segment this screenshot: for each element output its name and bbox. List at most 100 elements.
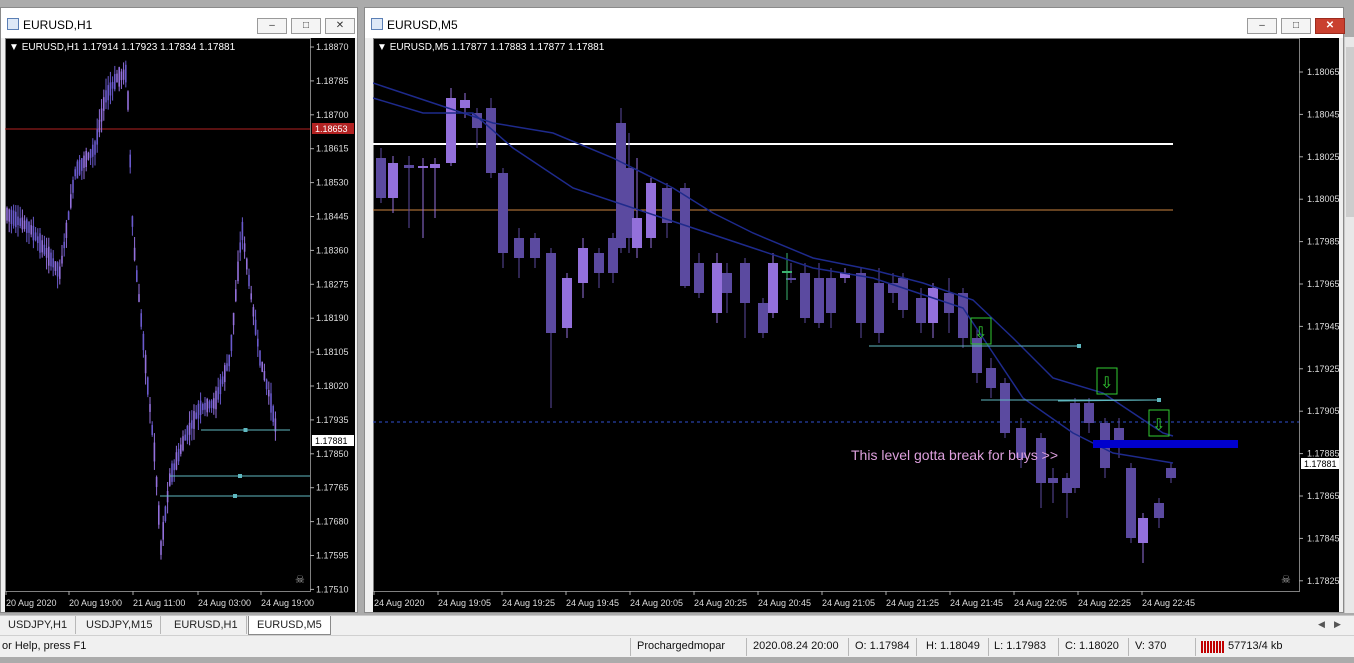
candle-body: [237, 261, 239, 282]
candle-body: [78, 159, 81, 175]
profile-name[interactable]: Prochargedmopar: [637, 640, 725, 652]
chart-area-m5[interactable]: 1.18065 1.18045 1.18025 1.18005 1.17985 1.179…: [373, 38, 1339, 612]
divider: [916, 638, 917, 656]
candle-body: [63, 241, 65, 249]
time-label: 24 Aug 20:45: [758, 598, 811, 608]
close-button[interactable]: ✕: [1315, 18, 1345, 34]
minimize-button[interactable]: –: [1247, 18, 1277, 34]
candle-body: [83, 155, 85, 168]
line-handle: [238, 474, 242, 478]
close-button[interactable]: ✕: [325, 18, 355, 34]
candle-body: [21, 217, 24, 230]
price-label: 1.18065: [1307, 67, 1339, 77]
candle-body: [261, 361, 263, 372]
maximize-button[interactable]: □: [1281, 18, 1311, 34]
chart-canvas[interactable]: 1.18870 1.18785 1.18700 1.18615 1.18530 1.184…: [5, 38, 355, 612]
price-label: 1.17595: [316, 551, 349, 561]
price-label: 1.17850: [316, 449, 349, 459]
tab-eurusd-h1[interactable]: EURUSD,H1: [166, 616, 247, 634]
candle-body: [6, 207, 8, 221]
candle-body: [486, 108, 496, 173]
minimize-button[interactable]: –: [257, 18, 287, 34]
right-scrollbar[interactable]: [1344, 37, 1354, 613]
price-label: 1.18870: [316, 42, 349, 52]
price-label: 1.18045: [1307, 109, 1339, 119]
price-label: 1.18275: [316, 279, 349, 289]
divider: [988, 638, 989, 656]
title-bar[interactable]: EURUSD,M5 – □ ✕: [365, 8, 1345, 38]
candle-body: [94, 141, 96, 155]
ohlc-info-text: EURUSD,H1 1.17914 1.17923 1.17834 1.1788…: [21, 42, 236, 53]
candle-body: [96, 129, 98, 145]
candle-body: [814, 278, 824, 323]
tabs-scroll-left-icon[interactable]: ◀: [1318, 619, 1325, 630]
connection-bars-icon[interactable]: [1201, 641, 1225, 653]
maximize-button[interactable]: □: [291, 18, 321, 34]
price-label: 1.18020: [316, 381, 349, 391]
time-label: 24 Aug 20:25: [694, 598, 747, 608]
candle-body: [270, 393, 272, 413]
candle-body: [19, 218, 21, 226]
candle-body: [144, 354, 147, 374]
candle-body: [166, 491, 169, 503]
candle-body: [162, 522, 164, 540]
time-label: 24 Aug 21:05: [822, 598, 875, 608]
chart-annotation: This level gotta break for buys >>: [851, 447, 1058, 463]
candle-body: [107, 85, 109, 101]
candle-body: [228, 354, 230, 367]
candle-body: [120, 71, 123, 81]
candle-body: [1048, 478, 1058, 483]
candle-body: [215, 390, 217, 410]
candle-body: [52, 258, 54, 268]
price-label: 1.17845: [1307, 533, 1339, 543]
candle-body: [100, 108, 103, 122]
candle-body: [204, 402, 206, 410]
candle-body: [460, 100, 470, 108]
candle-body: [103, 97, 105, 111]
chart-ohlc-info: ▼ EURUSD,M5 1.17877 1.17883 1.17877 1.17…: [377, 42, 605, 53]
candle-body: [272, 406, 274, 422]
candle-body: [210, 400, 213, 408]
candle-body: [632, 218, 642, 248]
status-open: O: 1.17984: [855, 640, 910, 652]
chart-canvas[interactable]: 1.18065 1.18045 1.18025 1.18005 1.17985 1.179…: [373, 38, 1339, 612]
candle-body: [546, 253, 556, 333]
candle-body: [175, 452, 178, 470]
price-label: 1.18005: [1307, 194, 1339, 204]
candle-body: [232, 312, 235, 326]
current-price-label: 1.17881: [1304, 459, 1337, 469]
price-label: 1.17945: [1307, 321, 1339, 331]
line-handle: [233, 494, 237, 498]
candle-body: [74, 169, 76, 177]
price-label: 1.17510: [316, 584, 349, 594]
candle-body: [153, 442, 156, 462]
price-label: 1.18615: [316, 144, 349, 154]
candle-body: [140, 313, 142, 327]
title-bar[interactable]: EURUSD,H1 – □ ✕: [1, 8, 357, 38]
tab-eurusd-m5[interactable]: EURUSD,M5: [248, 616, 331, 635]
time-label: 24 Aug 19:45: [566, 598, 619, 608]
candle-body: [646, 183, 656, 238]
scrollbar-thumb[interactable]: [1346, 47, 1354, 217]
tab-usdjpy-h1[interactable]: USDJPY,H1: [0, 616, 77, 634]
tab-usdjpy-m15[interactable]: USDJPY,M15: [78, 616, 162, 634]
candle-body: [252, 307, 255, 317]
candle-body: [182, 436, 184, 451]
price-label: 1.18105: [316, 347, 349, 357]
chart-area-h1[interactable]: 1.18870 1.18785 1.18700 1.18615 1.18530 1.184…: [5, 38, 355, 612]
candle-body: [30, 225, 32, 235]
tabs-scroll-right-icon[interactable]: ▶: [1334, 619, 1341, 630]
candle-body: [202, 403, 204, 411]
candle-body: [680, 188, 690, 286]
doji-body: [782, 271, 792, 273]
candle-body: [127, 91, 129, 110]
chart-window-eurusd-h1[interactable]: EURUSD,H1 – □ ✕ 1.18870 1.18785 1.18700 1.1…: [0, 7, 358, 613]
candle-body: [116, 73, 118, 83]
chart-window-eurusd-m5[interactable]: EURUSD,M5 – □ ✕ 1.18065 1.18045 1.18025 1.1…: [364, 7, 1345, 613]
candle-body: [32, 225, 35, 241]
candle-body: [1126, 468, 1136, 538]
status-high: H: 1.18049: [926, 640, 980, 652]
candle-body: [173, 463, 175, 471]
candle-body: [268, 389, 270, 397]
candle-body: [514, 238, 524, 258]
